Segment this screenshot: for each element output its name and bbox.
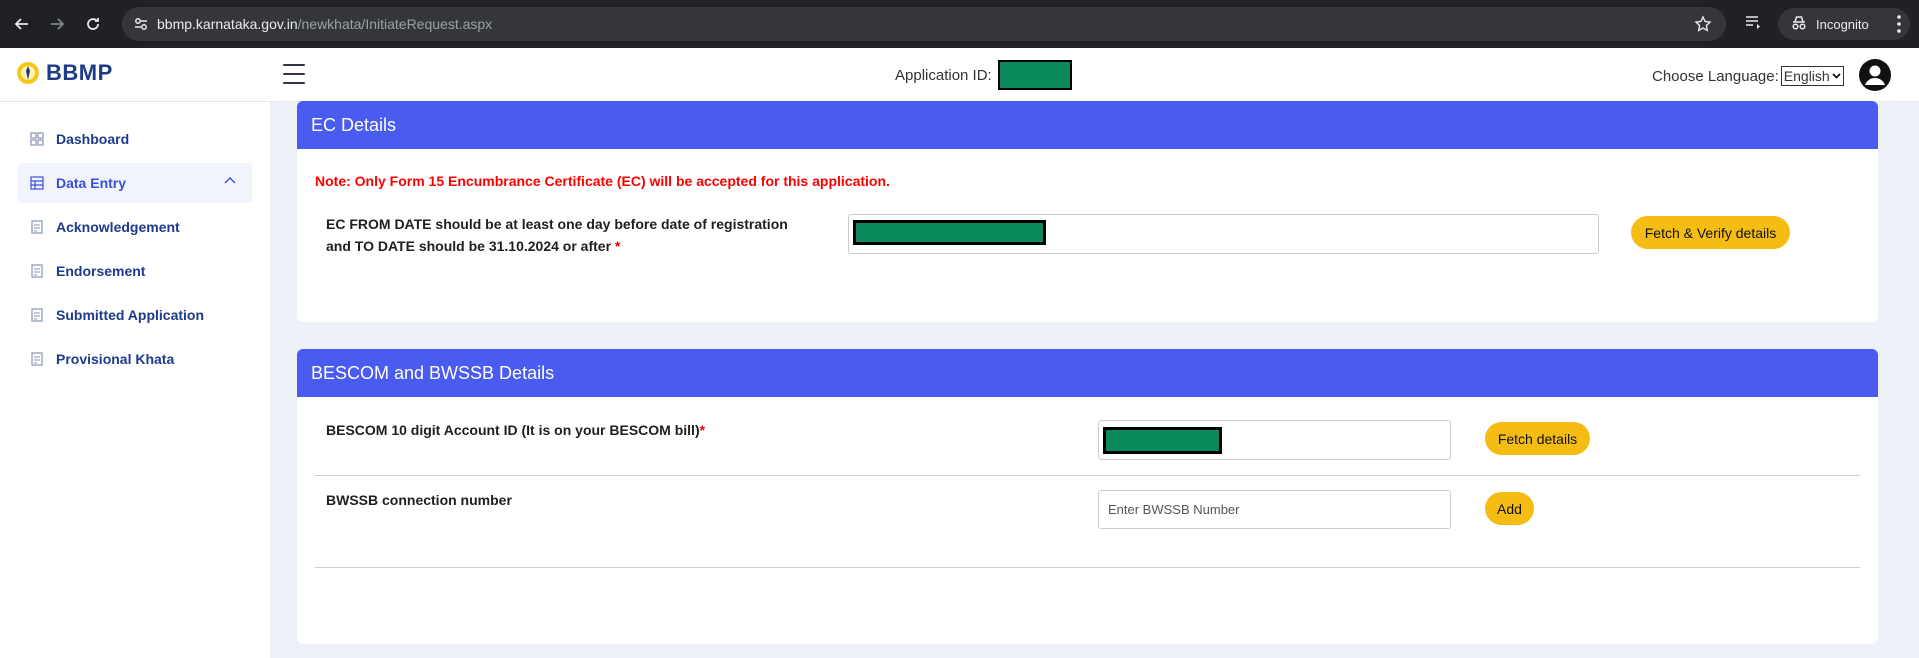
url-text[interactable]: bbmp.karnataka.gov.in/newkhata/InitiateR… xyxy=(157,16,492,32)
language-chooser: Choose Language: English xyxy=(1652,66,1844,86)
ec-details-card: EC Details Note: Only Form 15 Encumbranc… xyxy=(297,101,1878,322)
document-icon xyxy=(31,308,43,322)
table-icon xyxy=(30,176,44,190)
user-avatar-icon[interactable] xyxy=(1858,58,1892,92)
incognito-icon xyxy=(1790,15,1808,34)
add-bwssb-button[interactable]: Add xyxy=(1485,492,1534,525)
ec-date-label-line1: EC FROM DATE should be at least one day … xyxy=(326,216,788,232)
application-id-redacted xyxy=(997,60,1072,90)
sidebar-item-submitted-application[interactable]: Submitted Application xyxy=(18,295,252,335)
hamburger-menu-icon[interactable] xyxy=(283,64,305,84)
bescom-account-label-text: BESCOM 10 digit Account ID (It is on you… xyxy=(326,422,700,438)
document-icon xyxy=(31,264,43,278)
site-settings-icon[interactable] xyxy=(132,15,150,38)
star-icon[interactable] xyxy=(1694,15,1712,38)
browser-toolbar: bbmp.karnataka.gov.in/newkhata/InitiateR… xyxy=(0,0,1919,48)
sidebar-item-label: Dashboard xyxy=(56,131,130,147)
bescom-account-label: BESCOM 10 digit Account ID (It is on you… xyxy=(326,419,705,441)
kebab-menu-icon[interactable] xyxy=(1896,14,1902,39)
ec-number-redacted xyxy=(853,220,1046,245)
bwssb-label: BWSSB connection number xyxy=(326,492,512,508)
ec-note: Note: Only Form 15 Encumbrance Certifica… xyxy=(315,173,890,189)
bwssb-input[interactable]: Enter BWSSB Number xyxy=(1098,490,1451,529)
bwssb-placeholder: Enter BWSSB Number xyxy=(1108,502,1240,517)
sidebar-item-label: Provisional Khata xyxy=(56,351,175,367)
sidebar: Dashboard Data Entry Acknowledgement End… xyxy=(0,102,270,658)
bescom-account-redacted xyxy=(1103,427,1222,454)
bescom-bwssb-header: BESCOM and BWSSB Details xyxy=(297,349,1878,397)
sidebar-item-label: Data Entry xyxy=(56,175,127,191)
application-id-label: Application ID: xyxy=(895,66,992,84)
ec-details-header: EC Details xyxy=(297,101,1878,149)
document-icon xyxy=(31,220,43,234)
sidebar-item-label: Endorsement xyxy=(56,263,146,279)
sidebar-item-label: Acknowledgement xyxy=(56,219,180,235)
address-bar[interactable]: bbmp.karnataka.gov.in/newkhata/InitiateR… xyxy=(122,7,1726,41)
application-id: Application ID: xyxy=(895,60,1072,90)
sidebar-item-endorsement[interactable]: Endorsement xyxy=(18,251,252,291)
divider xyxy=(315,475,1860,476)
bbmp-logo[interactable]: BBMP xyxy=(16,60,113,86)
app-header: BBMP Application ID: Choose Language: En… xyxy=(0,48,1919,102)
divider xyxy=(315,567,1860,568)
incognito-label: Incognito xyxy=(1816,16,1869,32)
bbmp-emblem-icon xyxy=(17,62,39,84)
ec-date-label-line2: and TO DATE should be 31.10.2024 or afte… xyxy=(326,238,612,254)
chevron-down-icon xyxy=(1832,73,1841,79)
sidebar-item-provisional-khata[interactable]: Provisional Khata xyxy=(18,339,252,379)
document-icon xyxy=(31,352,43,366)
logo-text: BBMP xyxy=(46,60,113,85)
bescom-account-input[interactable] xyxy=(1098,420,1451,460)
sidebar-item-label: Submitted Application xyxy=(56,307,205,323)
fetch-verify-button[interactable]: Fetch & Verify details xyxy=(1631,216,1790,249)
language-selected: English xyxy=(1783,68,1830,84)
url-host: bbmp.karnataka.gov.in xyxy=(157,16,298,32)
sidebar-item-dashboard[interactable]: Dashboard xyxy=(18,119,252,159)
reload-icon[interactable] xyxy=(81,12,105,36)
back-arrow-icon[interactable] xyxy=(10,12,34,36)
incognito-badge[interactable]: Incognito xyxy=(1778,8,1910,40)
forward-arrow-icon[interactable] xyxy=(45,12,69,36)
language-select[interactable]: English xyxy=(1780,66,1844,86)
bescom-bwssb-card: BESCOM and BWSSB Details BESCOM 10 digit… xyxy=(297,349,1878,644)
fetch-details-button[interactable]: Fetch details xyxy=(1485,422,1590,455)
url-path: /newkhata/InitiateRequest.aspx xyxy=(297,16,493,32)
chevron-up-icon xyxy=(224,177,236,184)
reading-list-icon[interactable] xyxy=(1744,13,1762,36)
grid-icon xyxy=(30,132,44,146)
required-mark: * xyxy=(699,422,706,438)
ec-number-input[interactable] xyxy=(848,214,1599,254)
ec-date-label: EC FROM DATE should be at least one day … xyxy=(326,213,846,257)
choose-language-label: Choose Language: xyxy=(1652,67,1779,85)
sidebar-item-data-entry[interactable]: Data Entry xyxy=(18,163,252,203)
required-mark: * xyxy=(614,238,621,254)
sidebar-item-acknowledgement[interactable]: Acknowledgement xyxy=(18,207,252,247)
